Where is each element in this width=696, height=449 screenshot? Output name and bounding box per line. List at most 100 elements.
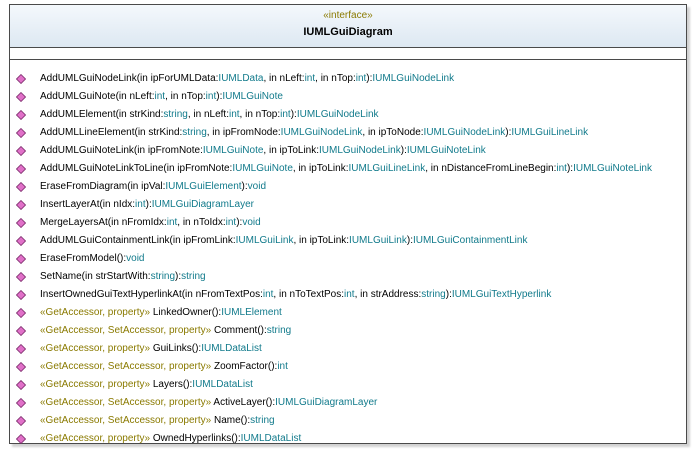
signature-part: IUMLGuiLink xyxy=(235,235,294,246)
signature-part: IUMLGuiDiagramLayer xyxy=(151,199,254,210)
signature-part: int xyxy=(135,199,146,210)
signature-part: , in nLeft: xyxy=(187,109,229,120)
operation-row[interactable]: «GetAccessor, property» Layers():IUMLDat… xyxy=(10,376,686,394)
signature-part: IUMLGuiTextHyperlink xyxy=(451,289,552,300)
method-diamond-icon xyxy=(16,398,26,408)
signature-part: IUMLGuiNodeLink xyxy=(280,127,363,138)
signature-part: , in ipToLink: xyxy=(292,163,349,174)
operation-row[interactable]: AddUMLGuiNoteLinkToLine(in ipFromNote:IU… xyxy=(10,160,686,178)
signature-part: , in nTop: xyxy=(239,109,281,120)
signature-part: «GetAccessor, property» xyxy=(40,379,153,390)
operation-row[interactable]: AddUMLGuiNodeLink(in ipForUMLData:IUMLDa… xyxy=(10,70,686,88)
operation-row[interactable]: «GetAccessor, SetAccessor, property» Com… xyxy=(10,322,686,340)
operation-row[interactable]: AddUMLLineElement(in strKind:string, in … xyxy=(10,124,686,142)
signature-part: «GetAccessor, property» xyxy=(40,307,153,318)
signature-part: , in ipToLink: xyxy=(263,145,320,156)
signature-part: InsertLayerAt(in nIdx: xyxy=(40,199,136,210)
operation-row[interactable]: SetName(in strStartWith:string):string xyxy=(10,268,686,286)
signature-part: void xyxy=(242,217,261,228)
operation-row[interactable]: MergeLayersAt(in nFromIdx:int, in nToIdx… xyxy=(10,214,686,232)
method-diamond-icon xyxy=(16,308,26,318)
signature-part: int xyxy=(166,217,178,228)
method-diamond-icon xyxy=(16,200,26,210)
operation-row[interactable]: EraseFromModel():void xyxy=(10,250,686,268)
signature-part: string xyxy=(250,415,275,426)
operation-signature: «GetAccessor, SetAccessor, property» Com… xyxy=(40,322,291,340)
method-diamond-icon xyxy=(16,326,26,336)
operation-signature: «GetAccessor, SetAccessor, property» Nam… xyxy=(40,412,275,430)
operations-compartment: AddUMLGuiNodeLink(in ipForUMLData:IUMLDa… xyxy=(10,60,686,448)
operation-row[interactable]: «GetAccessor, SetAccessor, property» Zoo… xyxy=(10,358,686,376)
signature-part: string xyxy=(163,109,188,120)
signature-part: IUMLGuiNodeLink xyxy=(423,127,506,138)
signature-part: «GetAccessor, SetAccessor, property» xyxy=(40,415,214,426)
signature-part: int xyxy=(225,217,237,228)
operation-signature: AddUMLGuiNoteLinkToLine(in ipFromNote:IU… xyxy=(40,160,652,178)
signature-part: int xyxy=(355,73,367,84)
operation-signature: AddUMLGuiNodeLink(in ipForUMLData:IUMLDa… xyxy=(40,70,454,88)
operation-signature: AddUMLLineElement(in strKind:string, in … xyxy=(40,124,588,142)
signature-part: ActiveLayer(): xyxy=(213,397,276,408)
signature-part: IUMLGuiNote xyxy=(202,145,264,156)
operation-row[interactable]: AddUMLGuiNote(in nLeft:int, in nTop:int)… xyxy=(10,88,686,106)
method-diamond-icon xyxy=(16,344,26,354)
method-diamond-icon xyxy=(16,254,26,264)
operation-signature: AddUMLElement(in strKind:string, in nLef… xyxy=(40,106,379,124)
signature-part: , in ipFromNode: xyxy=(206,127,281,138)
signature-part: «GetAccessor, SetAccessor, property» xyxy=(40,325,214,336)
operation-signature: «GetAccessor, property» Layers():IUMLDat… xyxy=(40,376,253,394)
signature-part: AddUMLElement(in strKind: xyxy=(40,109,164,120)
operation-row[interactable]: «GetAccessor, property» LinkedOwner():IU… xyxy=(10,304,686,322)
method-diamond-icon xyxy=(16,416,26,426)
signature-part: EraseFromModel(): xyxy=(40,253,127,264)
method-diamond-icon xyxy=(16,236,26,246)
operation-row[interactable]: «GetAccessor, SetAccessor, property» Nam… xyxy=(10,412,686,430)
signature-part: int xyxy=(262,289,274,300)
operation-signature: AddUMLGuiNoteLink(in ipFromNote:IUMLGuiN… xyxy=(40,142,486,160)
signature-part: EraseFromDiagram(in ipVal: xyxy=(40,181,166,192)
signature-part: int xyxy=(344,289,355,300)
signature-part: , in nDistanceFromLineBegin: xyxy=(425,163,557,174)
operation-signature: «GetAccessor, property» LinkedOwner():IU… xyxy=(40,304,282,322)
operation-signature: «GetAccessor, SetAccessor, property» Zoo… xyxy=(40,358,288,376)
operation-row[interactable]: AddUMLElement(in strKind:string, in nLef… xyxy=(10,106,686,124)
method-diamond-icon xyxy=(16,74,26,84)
signature-part: Layers(): xyxy=(152,379,193,390)
signature-part: IUMLGuiLink xyxy=(349,235,407,246)
signature-part: OwnedHyperlinks(): xyxy=(152,433,241,444)
signature-part: AddUMLLineElement(in strKind: xyxy=(40,127,183,138)
operation-signature: AddUMLGuiNote(in nLeft:int, in nTop:int)… xyxy=(40,88,283,106)
operation-row[interactable]: AddUMLGuiContainmentLink(in ipFromLink:I… xyxy=(10,232,686,250)
signature-part: IUMLGuiDiagramLayer xyxy=(275,397,378,408)
operation-row[interactable]: EraseFromDiagram(in ipVal:IUMLGuiElement… xyxy=(10,178,686,196)
operation-row[interactable]: «GetAccessor, property» GuiLinks():IUMLD… xyxy=(10,340,686,358)
signature-part: IUMLGuiNoteLink xyxy=(406,145,486,156)
operation-row[interactable]: «GetAccessor, SetAccessor, property» Act… xyxy=(10,394,686,412)
signature-part: IUMLElement xyxy=(221,307,282,318)
signature-part: int xyxy=(205,91,217,102)
signature-part: int xyxy=(556,163,567,174)
method-diamond-icon xyxy=(16,110,26,120)
method-diamond-icon xyxy=(16,164,26,174)
signature-part: , in nTop: xyxy=(165,91,206,102)
signature-part: , in nTop: xyxy=(315,73,356,84)
operation-signature: EraseFromDiagram(in ipVal:IUMLGuiElement… xyxy=(40,178,266,196)
method-diamond-icon xyxy=(16,182,26,192)
operation-row[interactable]: InsertLayerAt(in nIdx:int):IUMLGuiDiagra… xyxy=(10,196,686,214)
method-diamond-icon xyxy=(16,146,26,156)
signature-part: MergeLayersAt(in nFromIdx: xyxy=(40,217,167,228)
method-diamond-icon xyxy=(16,380,26,390)
signature-part: IUMLGuiNodeLink xyxy=(296,109,379,120)
signature-part: int xyxy=(154,91,166,102)
signature-part: IUMLData xyxy=(218,73,264,84)
operation-row[interactable]: AddUMLGuiNoteLink(in ipFromNote:IUMLGuiN… xyxy=(10,142,686,160)
signature-part: AddUMLGuiNoteLinkToLine(in ipFromNote: xyxy=(40,163,233,174)
operation-row[interactable]: «GetAccessor, property» OwnedHyperlinks(… xyxy=(10,430,686,448)
operation-row[interactable]: InsertOwnedGuiTextHyperlinkAt(in nFromTe… xyxy=(10,286,686,304)
operation-signature: «GetAccessor, SetAccessor, property» Act… xyxy=(40,394,377,412)
signature-part: IUMLGuiLineLink xyxy=(511,127,589,138)
method-diamond-icon xyxy=(16,434,26,444)
class-box[interactable]: «interface» IUMLGuiDiagram AddUMLGuiNode… xyxy=(9,4,687,444)
signature-part: GuiLinks(): xyxy=(152,343,202,354)
signature-part: IUMLGuiNodeLink xyxy=(319,145,401,156)
